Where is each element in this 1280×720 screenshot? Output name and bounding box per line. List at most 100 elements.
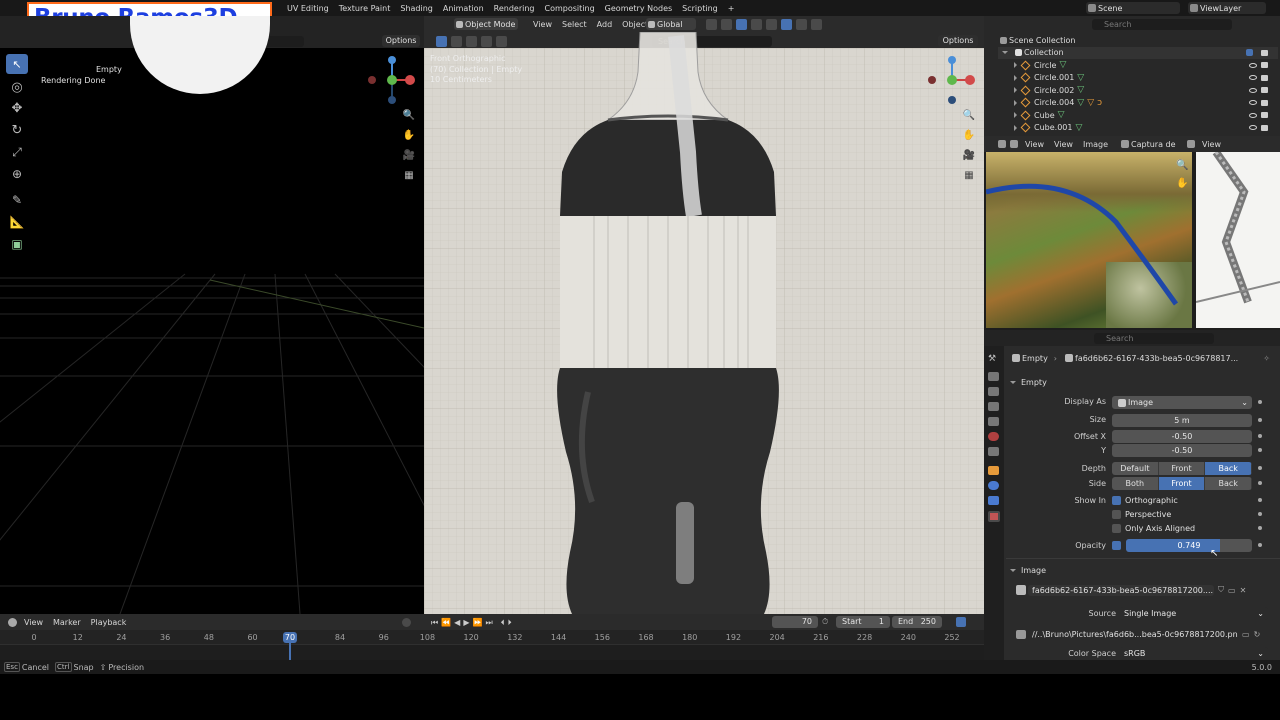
center-grid-icon[interactable]: ▦ — [960, 166, 978, 186]
image-view-menu-2[interactable]: View — [1049, 140, 1078, 149]
pan-hand-icon[interactable]: ✋ — [400, 126, 418, 146]
center-zoom-icon[interactable]: 🔍 — [960, 106, 978, 126]
timeline-track[interactable] — [0, 644, 984, 660]
image-section-collapse-icon[interactable] — [1010, 568, 1016, 572]
shading-wire-icon[interactable] — [766, 18, 777, 30]
image-pan-icon[interactable]: ✋ — [1176, 178, 1188, 189]
timeline-editor-icon[interactable] — [8, 617, 17, 627]
select-box-tool-icon[interactable]: ↖ — [6, 54, 28, 74]
shading-solid-icon[interactable] — [781, 18, 792, 30]
empty-section-header[interactable]: Empty — [1010, 375, 1272, 389]
next-keyframe-icon[interactable]: ⏩ — [472, 618, 482, 627]
visibility-eye-icon[interactable] — [1249, 75, 1257, 81]
cursor-tool-icon[interactable]: ◎ — [6, 77, 28, 97]
outliner-item[interactable]: Cube ▽ — [998, 109, 1278, 122]
outliner-item[interactable]: Circle ▽ — [998, 59, 1278, 72]
keyframe-dot[interactable] — [1258, 512, 1262, 516]
timeline-view-menu[interactable]: View — [19, 618, 48, 627]
outliner-item[interactable]: Circle.001 ▽ — [998, 72, 1278, 85]
collection-camera-icon[interactable] — [1261, 49, 1268, 56]
reload-icon[interactable]: ↻ — [1254, 630, 1261, 639]
xray-icon[interactable] — [751, 18, 762, 30]
collection-exclude-checkbox[interactable] — [1246, 49, 1253, 57]
add-workspace-button[interactable]: + — [723, 4, 740, 13]
opacity-slider[interactable]: 0.749 — [1126, 539, 1252, 552]
render-camera-icon[interactable] — [1261, 87, 1268, 94]
display-as-dropdown[interactable]: Image ⌄ — [1112, 396, 1252, 409]
shading-material-icon[interactable] — [796, 18, 807, 30]
select-intersect-icon[interactable] — [496, 35, 507, 47]
side-back-option[interactable]: Back — [1205, 477, 1252, 490]
filepath-field[interactable]: //..\Bruno\Pictures\fa6d6b...bea5-0c9678… — [1028, 628, 1238, 640]
visibility-eye-icon[interactable] — [1249, 100, 1257, 106]
timeline-playback-menu[interactable]: Playback — [86, 618, 132, 627]
start-frame-field[interactable]: Start 1 — [836, 616, 890, 628]
image-datablock-name[interactable]: fa6d6b62-6167-433b-bea5-0c9678817200.... — [1028, 584, 1214, 596]
side-front-option[interactable]: Front — [1158, 477, 1206, 490]
orthographic-checkbox[interactable] — [1112, 496, 1121, 505]
pin-icon[interactable]: ✧ — [1263, 354, 1270, 363]
move-tool-icon[interactable]: ✥ — [6, 97, 28, 119]
image-browse-icon[interactable] — [1121, 140, 1130, 148]
opacity-enable-checkbox[interactable] — [1112, 541, 1121, 550]
outliner-item[interactable]: Circle.004 ▽ ▽ ↄ — [998, 97, 1278, 110]
keyframe-dot[interactable] — [1258, 466, 1262, 470]
source-dropdown[interactable]: Single Image ⌄ — [1120, 607, 1268, 620]
image-browse-dropdown-icon[interactable] — [1016, 585, 1026, 595]
keyframe-dot[interactable] — [1258, 543, 1262, 547]
color-space-dropdown[interactable]: sRGB ⌄ — [1120, 647, 1268, 660]
image-editor-mode-icon[interactable] — [1010, 140, 1018, 148]
center-viewport[interactable]: Object Mode View Select Add Object Globa… — [424, 16, 984, 614]
tab-compositing[interactable]: Compositing — [540, 4, 600, 13]
tab-texture-paint[interactable]: Texture Paint — [334, 4, 396, 13]
left-viewport[interactable]: Search Options Empty Rendering Done ↖ ◎ … — [0, 16, 424, 614]
measure-tool-icon[interactable]: 📐 — [6, 211, 28, 233]
mode-selector[interactable]: Object Mode — [454, 18, 518, 30]
tab-scene-icon[interactable] — [988, 417, 999, 426]
tab-object-icon[interactable] — [988, 466, 999, 475]
snap-icon[interactable] — [706, 18, 717, 30]
stopwatch-icon[interactable]: ⏱ — [822, 617, 828, 627]
tab-uv-editing[interactable]: UV Editing — [282, 4, 334, 13]
zoom-icon[interactable]: 🔍 — [400, 106, 418, 126]
outliner-item[interactable]: Circle.002 ▽ — [998, 84, 1278, 97]
offset-x-field[interactable]: -0.50 — [1112, 430, 1252, 443]
expand-icon[interactable] — [1014, 74, 1017, 81]
tab-world-icon[interactable] — [988, 432, 999, 441]
keyframe-dot[interactable] — [1258, 434, 1262, 438]
center-nav-gizmo[interactable] — [924, 54, 982, 108]
jump-end-icon[interactable]: ⏭ — [485, 618, 492, 628]
perspective-checkbox[interactable] — [1112, 510, 1121, 519]
annotate-tool-icon[interactable]: ✎ — [6, 189, 28, 211]
editor-type-icon[interactable] — [998, 140, 1006, 148]
center-pan-hand-icon[interactable]: ✋ — [960, 126, 978, 146]
side-both-option[interactable]: Both — [1112, 477, 1159, 490]
select-subtract-icon[interactable] — [466, 35, 477, 47]
left-nav-gizmo[interactable] — [364, 54, 422, 108]
render-camera-icon[interactable] — [1261, 99, 1268, 106]
image-zoom-icon[interactable]: 🔍 — [1176, 160, 1188, 171]
prev-keyframe-icon[interactable]: ⏪ — [441, 618, 451, 627]
collection-row[interactable]: Collection — [998, 46, 1278, 59]
tab-scripting[interactable]: Scripting — [677, 4, 723, 13]
properties-search-input[interactable]: Search — [1094, 333, 1214, 344]
play-reverse-icon[interactable]: ◀ — [454, 618, 460, 627]
size-field[interactable]: 5 m — [1112, 414, 1252, 427]
render-camera-icon[interactable] — [1261, 74, 1268, 81]
show-axis-aligned-row[interactable]: Only Axis Aligned — [1112, 523, 1195, 534]
show-orthographic-row[interactable]: Orthographic — [1112, 495, 1178, 506]
end-frame-field[interactable]: End 250 — [892, 616, 942, 628]
tab-shading[interactable]: Shading — [395, 4, 438, 13]
timeline-playhead[interactable]: 70 — [283, 632, 297, 643]
keyframe-dot[interactable] — [1258, 418, 1262, 422]
menu-select[interactable]: Select — [557, 20, 592, 29]
expand-icon[interactable] — [1014, 87, 1017, 94]
visibility-eye-icon[interactable] — [1249, 87, 1257, 93]
visibility-eye-icon[interactable] — [1249, 62, 1257, 68]
scene-collection-row[interactable]: Scene Collection — [998, 34, 1278, 47]
visibility-eye-icon[interactable] — [1249, 112, 1257, 118]
keyframe-dot[interactable] — [1258, 400, 1262, 404]
keyframe-dot[interactable] — [1258, 526, 1262, 530]
depth-front-option[interactable]: Front — [1158, 462, 1206, 475]
collection-expand-icon[interactable] — [1002, 51, 1008, 55]
